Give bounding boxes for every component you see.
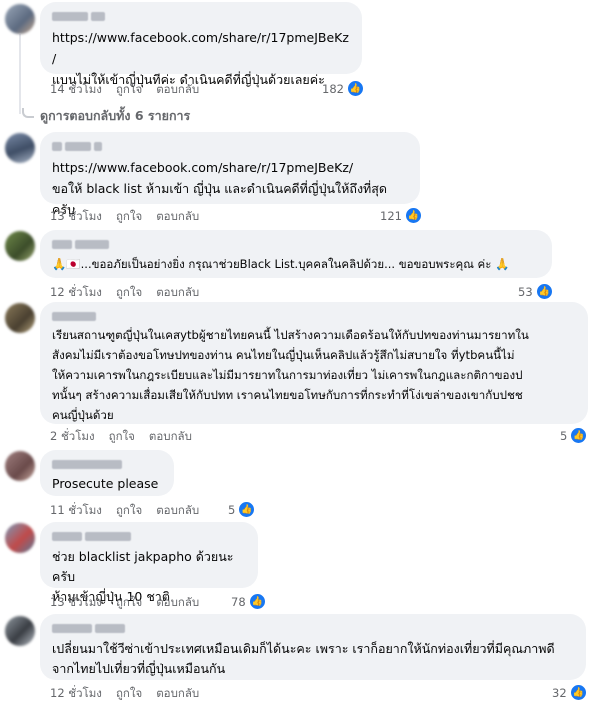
comment-text-line: จากไทยไปเที่ยวที่ญี่ปุ่นเหมือนกัน — [52, 661, 226, 676]
reaction-count[interactable]: 182 👍 — [322, 80, 364, 97]
comment-bubble: 🙏🇯🇵...ขออภัยเป็นอย่างยิ่ง กรุณาช่วยBlack… — [40, 230, 552, 278]
author-name-redacted[interactable] — [52, 140, 408, 152]
reaction-count[interactable]: 121 👍 — [380, 207, 422, 224]
view-replies-label: ดูการตอบกลับทั้ง 6 รายการ — [40, 108, 191, 123]
comment-text-line: เรียนสถานฑูตญี่ปุ่นในเคสytbผู้ชายไทยคนนี… — [52, 328, 529, 342]
comment-text-line: คนญี่ปุ่นด้วย — [52, 408, 114, 422]
reply-button[interactable]: ตอบกลับ — [156, 685, 199, 703]
comment-actions: 12 ชั่วโมง ถูกใจ ตอบกลับ — [50, 685, 199, 703]
like-button[interactable]: ถูกใจ — [116, 284, 142, 302]
author-name-redacted[interactable] — [52, 622, 574, 634]
author-name-redacted[interactable] — [52, 530, 246, 542]
thumbs-up-icon: 👍 — [346, 80, 364, 97]
like-button[interactable]: ถูกใจ — [116, 208, 142, 226]
comment-text-line: Prosecute please — [52, 476, 159, 491]
avatar[interactable] — [5, 616, 35, 646]
avatar[interactable] — [5, 4, 35, 34]
thumbs-up-icon: 👍 — [248, 593, 266, 610]
comment-actions: 13 ชั่วโมง ถูกใจ ตอบกลับ — [50, 594, 199, 612]
comment-actions: 14 ชั่วโมง ถูกใจ ตอบกลับ — [50, 81, 199, 99]
avatar[interactable] — [5, 133, 35, 163]
like-button[interactable]: ถูกใจ — [116, 594, 142, 612]
comment-actions: 13 ชั่วโมง ถูกใจ ตอบกลับ — [50, 208, 199, 226]
reaction-count[interactable]: 5 👍 — [560, 427, 588, 444]
reaction-count-value: 5 — [228, 502, 236, 517]
avatar[interactable] — [5, 303, 35, 333]
reaction-count[interactable]: 78 👍 — [231, 593, 266, 610]
thread-line — [19, 34, 21, 114]
reaction-count-value: 182 — [322, 81, 344, 96]
author-name-redacted[interactable] — [52, 10, 350, 22]
comment-actions: 12 ชั่วโมง ถูกใจ ตอบกลับ — [50, 284, 199, 302]
timestamp[interactable]: 12 ชั่วโมง — [50, 284, 102, 302]
comment-text-line[interactable]: https://www.facebook.com/share/r/17pmeJB… — [52, 157, 408, 178]
reaction-count-value: 121 — [380, 208, 402, 223]
reply-button[interactable]: ตอบกลับ — [156, 284, 199, 302]
comment-text-line: สังคมไม่มีเราต้องขอโทษปทของท่าน คนไทยในญ… — [52, 348, 515, 362]
timestamp[interactable]: 13 ชั่วโมง — [50, 208, 102, 226]
reply-button[interactable]: ตอบกลับ — [156, 208, 199, 226]
reply-button[interactable]: ตอบกลับ — [156, 502, 199, 520]
like-button[interactable]: ถูกใจ — [116, 81, 142, 99]
comment-bubble: Prosecute please — [40, 450, 174, 496]
avatar[interactable] — [5, 523, 35, 553]
timestamp[interactable]: 14 ชั่วโมง — [50, 81, 102, 99]
comment-text-line: ทนั้นๆ สร้างความเสื่อมเสียให้กับปทท เราค… — [52, 388, 523, 402]
author-name-redacted[interactable] — [52, 310, 576, 322]
reply-hook — [22, 108, 34, 118]
comment-actions: 2 ชั่วโมง ถูกใจ ตอบกลับ — [50, 428, 192, 446]
like-button[interactable]: ถูกใจ — [109, 428, 135, 446]
like-button[interactable]: ถูกใจ — [116, 502, 142, 520]
reaction-count-value: 5 — [560, 428, 568, 443]
thumbs-up-icon: 👍 — [535, 283, 553, 300]
comment-text-line: 🙏🇯🇵...ขออภัยเป็นอย่างยิ่ง กรุณาช่วยBlack… — [52, 257, 510, 271]
comment-bubble: ช่วย blacklist jakpapho ด้วยนะครับ ห้ามเ… — [40, 522, 258, 604]
comment-text-line: เปลี่ยนมาใช้วีซ่าเข้าประเทศเหมือนเดิมก็ไ… — [52, 641, 555, 656]
like-button[interactable]: ถูกใจ — [116, 685, 142, 703]
timestamp[interactable]: 11 ชั่วโมง — [50, 502, 102, 520]
timestamp[interactable]: 12 ชั่วโมง — [50, 685, 102, 703]
timestamp[interactable]: 2 ชั่วโมง — [50, 428, 95, 446]
reaction-count[interactable]: 5 👍 — [228, 501, 256, 518]
thumbs-up-icon: 👍 — [404, 207, 422, 224]
reaction-count[interactable]: 32 👍 — [552, 684, 587, 701]
comment-bubble: เปลี่ยนมาใช้วีซ่าเข้าประเทศเหมือนเดิมก็ไ… — [40, 614, 586, 680]
comment-text-line: ช่วย blacklist jakpapho ด้วยนะครับ — [52, 549, 234, 584]
reaction-count-value: 78 — [231, 594, 246, 609]
reply-button[interactable]: ตอบกลับ — [156, 81, 199, 99]
reaction-count-value: 32 — [552, 685, 567, 700]
reply-button[interactable]: ตอบกลับ — [149, 428, 192, 446]
reaction-count-value: 53 — [518, 284, 533, 299]
author-name-redacted[interactable] — [52, 458, 162, 470]
thumbs-up-icon: 👍 — [238, 501, 256, 518]
view-replies-link[interactable]: ดูการตอบกลับทั้ง 6 รายการ — [22, 106, 190, 126]
reply-button[interactable]: ตอบกลับ — [156, 594, 199, 612]
comment-bubble: https://www.facebook.com/share/r/17pmeJB… — [40, 132, 420, 217]
avatar[interactable] — [5, 451, 35, 481]
comment-bubble: https://www.facebook.com/share/r/17pmeJB… — [40, 2, 362, 87]
comment-text-line: ให้ความเคารพในกฎระเบียบและไม่มีมารยาทในก… — [52, 368, 523, 382]
comment-actions: 11 ชั่วโมง ถูกใจ ตอบกลับ — [50, 502, 199, 520]
comment-bubble: เรียนสถานฑูตญี่ปุ่นในเคสytbผู้ชายไทยคนนี… — [40, 302, 588, 424]
author-name-redacted[interactable] — [52, 238, 540, 250]
reaction-count[interactable]: 53 👍 — [518, 283, 553, 300]
timestamp[interactable]: 13 ชั่วโมง — [50, 594, 102, 612]
thumbs-up-icon: 👍 — [569, 684, 587, 701]
thumbs-up-icon: 👍 — [570, 427, 588, 444]
avatar[interactable] — [5, 231, 35, 261]
comment-text-line[interactable]: https://www.facebook.com/share/r/17pmeJB… — [52, 27, 350, 69]
